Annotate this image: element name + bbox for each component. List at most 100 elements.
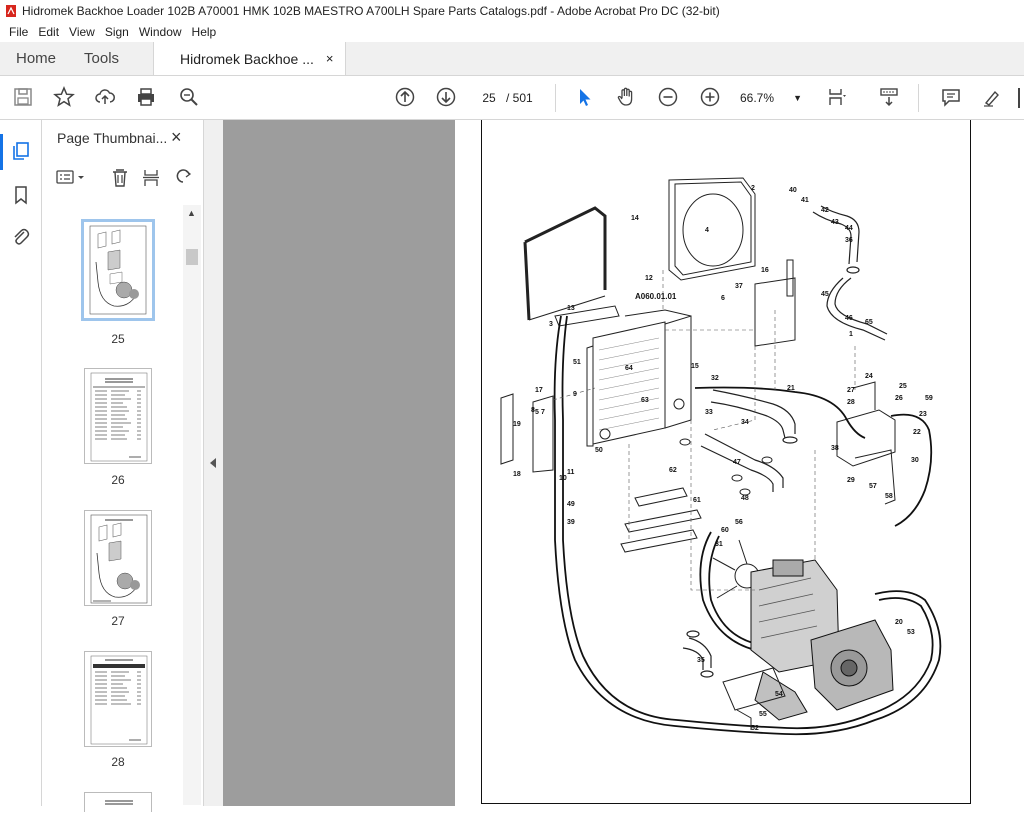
- seal-strip: [523, 206, 607, 321]
- thumbnail-page-label: 25: [111, 332, 125, 346]
- cloud-upload-icon[interactable]: [92, 84, 118, 110]
- callout: 57: [869, 483, 877, 490]
- page-thumbnail[interactable]: [84, 792, 152, 812]
- callout: 60: [721, 527, 729, 534]
- panel-splitter[interactable]: [203, 120, 223, 806]
- hand-tool-icon[interactable]: [613, 84, 639, 110]
- tab-close-icon[interactable]: ×: [326, 51, 334, 66]
- callout: 9: [573, 391, 577, 398]
- left-nav-rail: [0, 120, 42, 806]
- callout: 5: [535, 409, 539, 416]
- tab-document-label: Hidromek Backhoe ...: [180, 50, 314, 67]
- previous-page-icon[interactable]: [392, 84, 418, 110]
- select-cursor-icon[interactable]: [572, 84, 598, 110]
- callout: 65: [865, 319, 873, 326]
- zoom-out-icon[interactable]: [655, 84, 681, 110]
- callout: 17: [535, 387, 543, 394]
- callout: 15: [691, 363, 699, 370]
- scroll-mode-icon[interactable]: [876, 84, 902, 110]
- attachment-icon[interactable]: [10, 226, 32, 248]
- callout: 4: [705, 227, 709, 234]
- callout: 31: [715, 541, 723, 548]
- callout: 21: [787, 385, 795, 392]
- page-thumbnail[interactable]: [84, 651, 152, 747]
- thumbnail-scrollbar[interactable]: ▲: [183, 205, 201, 805]
- zoom-level-dropdown[interactable]: 66.7% ▼: [740, 88, 804, 108]
- callout: 18: [513, 471, 521, 478]
- page-thumbnail[interactable]: [84, 368, 152, 464]
- tab-tools[interactable]: Tools: [72, 42, 135, 75]
- highlight-pen-icon[interactable]: [979, 84, 1005, 110]
- callout: 33: [705, 409, 713, 416]
- options-menu-icon[interactable]: [56, 170, 84, 184]
- save-icon[interactable]: [10, 84, 36, 110]
- delete-icon[interactable]: [113, 169, 127, 187]
- menu-sign[interactable]: Sign: [100, 25, 134, 39]
- thumbnail-page-label: 27: [111, 614, 125, 628]
- tab-document[interactable]: Hidromek Backhoe ... ×: [153, 42, 347, 75]
- drawing-code: A060.01.01: [635, 292, 677, 301]
- callout: 55: [759, 711, 767, 718]
- menu-help[interactable]: Help: [187, 25, 222, 39]
- bookmark-star-icon[interactable]: [51, 84, 77, 110]
- foam-plates: [620, 487, 702, 553]
- print-icon[interactable]: [133, 84, 159, 110]
- zoom-search-icon[interactable]: [176, 84, 202, 110]
- menu-view[interactable]: View: [64, 25, 100, 39]
- callout: 29: [847, 477, 855, 484]
- callout: 43: [831, 219, 839, 226]
- page-thumbnails-icon[interactable]: [10, 140, 32, 162]
- panel-title: Page Thumbnai...: [57, 130, 168, 146]
- callout: 11: [567, 469, 575, 476]
- callout: 54: [775, 691, 783, 698]
- page-thumbnail[interactable]: [81, 219, 155, 321]
- callout: 50: [595, 447, 603, 454]
- callout: 36: [845, 237, 853, 244]
- callout: 34: [741, 419, 749, 426]
- menu-bar: File Edit View Sign Window Help: [0, 22, 1024, 42]
- tab-home[interactable]: Home: [0, 42, 72, 75]
- callout: 51: [573, 359, 581, 366]
- callout: 49: [567, 501, 575, 508]
- callout: 32: [711, 375, 719, 382]
- title-bar: Hidromek Backhoe Loader 102B A70001 HMK …: [0, 0, 1024, 22]
- page-thumbnail[interactable]: [84, 510, 152, 606]
- callout: 59: [925, 395, 933, 402]
- callout: 20: [895, 619, 903, 626]
- document-viewport[interactable]: A060.01.01 1 2 3 4 5 6 7 8 9 10 11 12 13…: [223, 120, 1024, 806]
- zoom-in-icon[interactable]: [697, 84, 723, 110]
- callout: 30: [911, 457, 919, 464]
- callout: 22: [913, 429, 921, 436]
- rotate-icon[interactable]: [176, 169, 192, 183]
- dashed-leaders: [552, 270, 856, 591]
- fan-shroud: [668, 177, 756, 281]
- callout: 23: [919, 411, 927, 418]
- page-fit-icon[interactable]: [824, 84, 850, 110]
- callout: 2: [751, 185, 755, 192]
- menu-edit[interactable]: Edit: [33, 25, 64, 39]
- callout: 16: [761, 267, 769, 274]
- callout: 40: [789, 187, 797, 194]
- callout: 56: [735, 519, 743, 526]
- callout: 45: [821, 291, 829, 298]
- callout: 38: [831, 445, 839, 452]
- menu-file[interactable]: File: [4, 25, 33, 39]
- scroll-up-icon[interactable]: ▲: [187, 208, 196, 218]
- page-number-input[interactable]: 25: [474, 88, 504, 108]
- callout: 7: [541, 409, 545, 416]
- callout: 35: [697, 657, 705, 664]
- lower-hose: [700, 389, 798, 492]
- comment-icon[interactable]: [938, 84, 964, 110]
- menu-window[interactable]: Window: [134, 25, 187, 39]
- callout: 47: [733, 459, 741, 466]
- next-page-icon[interactable]: [433, 84, 459, 110]
- insert-page-icon[interactable]: [143, 170, 159, 186]
- scrollbar-thumb[interactable]: [186, 249, 198, 265]
- callout: 26: [895, 395, 903, 402]
- callout: 3: [549, 321, 553, 328]
- close-icon[interactable]: ×: [171, 127, 182, 148]
- collapse-arrow-icon[interactable]: [210, 458, 216, 468]
- zoom-level-value: 66.7%: [740, 91, 775, 105]
- bookmark-icon[interactable]: [10, 184, 32, 206]
- chevron-down-icon: ▼: [793, 93, 802, 103]
